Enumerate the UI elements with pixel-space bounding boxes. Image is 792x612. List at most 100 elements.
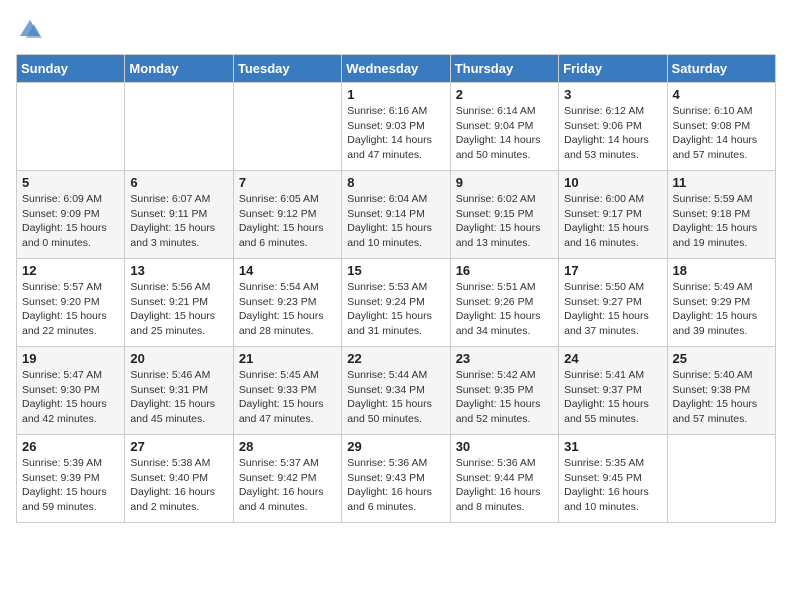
day-number: 31 bbox=[564, 439, 661, 454]
calendar-cell bbox=[667, 435, 775, 523]
day-info: Sunrise: 5:39 AMSunset: 9:39 PMDaylight:… bbox=[22, 456, 119, 515]
calendar-header-row: SundayMondayTuesdayWednesdayThursdayFrid… bbox=[17, 55, 776, 83]
day-info: Sunrise: 5:47 AMSunset: 9:30 PMDaylight:… bbox=[22, 368, 119, 427]
calendar-cell: 12 Sunrise: 5:57 AMSunset: 9:20 PMDayligh… bbox=[17, 259, 125, 347]
day-number: 11 bbox=[673, 175, 770, 190]
day-info: Sunrise: 5:50 AMSunset: 9:27 PMDaylight:… bbox=[564, 280, 661, 339]
logo-icon bbox=[16, 16, 44, 44]
day-info: Sunrise: 5:45 AMSunset: 9:33 PMDaylight:… bbox=[239, 368, 336, 427]
calendar-cell: 27 Sunrise: 5:38 AMSunset: 9:40 PMDayligh… bbox=[125, 435, 233, 523]
calendar-cell: 20 Sunrise: 5:46 AMSunset: 9:31 PMDayligh… bbox=[125, 347, 233, 435]
header-monday: Monday bbox=[125, 55, 233, 83]
calendar-cell: 30 Sunrise: 5:36 AMSunset: 9:44 PMDayligh… bbox=[450, 435, 558, 523]
calendar-cell: 5 Sunrise: 6:09 AMSunset: 9:09 PMDaylight… bbox=[17, 171, 125, 259]
day-number: 14 bbox=[239, 263, 336, 278]
day-number: 30 bbox=[456, 439, 553, 454]
day-info: Sunrise: 5:57 AMSunset: 9:20 PMDaylight:… bbox=[22, 280, 119, 339]
calendar-cell: 28 Sunrise: 5:37 AMSunset: 9:42 PMDayligh… bbox=[233, 435, 341, 523]
header-wednesday: Wednesday bbox=[342, 55, 450, 83]
calendar-cell: 19 Sunrise: 5:47 AMSunset: 9:30 PMDayligh… bbox=[17, 347, 125, 435]
day-info: Sunrise: 5:59 AMSunset: 9:18 PMDaylight:… bbox=[673, 192, 770, 251]
day-info: Sunrise: 5:35 AMSunset: 9:45 PMDaylight:… bbox=[564, 456, 661, 515]
day-info: Sunrise: 5:41 AMSunset: 9:37 PMDaylight:… bbox=[564, 368, 661, 427]
header-thursday: Thursday bbox=[450, 55, 558, 83]
calendar-cell: 11 Sunrise: 5:59 AMSunset: 9:18 PMDayligh… bbox=[667, 171, 775, 259]
day-number: 29 bbox=[347, 439, 444, 454]
day-number: 1 bbox=[347, 87, 444, 102]
calendar-cell: 21 Sunrise: 5:45 AMSunset: 9:33 PMDayligh… bbox=[233, 347, 341, 435]
calendar-cell: 13Sunrise: 5:56 AMSunset: 9:21 PMDayligh… bbox=[125, 259, 233, 347]
calendar-cell: 26 Sunrise: 5:39 AMSunset: 9:39 PMDayligh… bbox=[17, 435, 125, 523]
day-number: 18 bbox=[673, 263, 770, 278]
day-info: Sunrise: 6:10 AMSunset: 9:08 PMDaylight:… bbox=[673, 104, 770, 163]
day-number: 4 bbox=[673, 87, 770, 102]
day-number: 22 bbox=[347, 351, 444, 366]
week-row-5: 26 Sunrise: 5:39 AMSunset: 9:39 PMDayligh… bbox=[17, 435, 776, 523]
calendar-cell: 16 Sunrise: 5:51 AMSunset: 9:26 PMDayligh… bbox=[450, 259, 558, 347]
header-friday: Friday bbox=[559, 55, 667, 83]
day-info: Sunrise: 6:02 AMSunset: 9:15 PMDaylight:… bbox=[456, 192, 553, 251]
calendar-cell: 3 Sunrise: 6:12 AMSunset: 9:06 PMDaylight… bbox=[559, 83, 667, 171]
day-number: 24 bbox=[564, 351, 661, 366]
day-number: 13 bbox=[130, 263, 227, 278]
day-number: 23 bbox=[456, 351, 553, 366]
day-info: Sunrise: 5:46 AMSunset: 9:31 PMDaylight:… bbox=[130, 368, 227, 427]
calendar-cell: 8 Sunrise: 6:04 AMSunset: 9:14 PMDaylight… bbox=[342, 171, 450, 259]
day-number: 28 bbox=[239, 439, 336, 454]
calendar-cell: 7Sunrise: 6:05 AMSunset: 9:12 PMDaylight… bbox=[233, 171, 341, 259]
day-number: 2 bbox=[456, 87, 553, 102]
day-info: Sunrise: 5:51 AMSunset: 9:26 PMDaylight:… bbox=[456, 280, 553, 339]
day-info: Sunrise: 5:36 AMSunset: 9:44 PMDaylight:… bbox=[456, 456, 553, 515]
day-number: 8 bbox=[347, 175, 444, 190]
day-number: 10 bbox=[564, 175, 661, 190]
day-info: Sunrise: 6:07 AMSunset: 9:11 PMDaylight:… bbox=[130, 192, 227, 251]
day-info: Sunrise: 5:37 AMSunset: 9:42 PMDaylight:… bbox=[239, 456, 336, 515]
header-sunday: Sunday bbox=[17, 55, 125, 83]
calendar-cell: 18 Sunrise: 5:49 AMSunset: 9:29 PMDayligh… bbox=[667, 259, 775, 347]
day-number: 3 bbox=[564, 87, 661, 102]
calendar-cell: 14Sunrise: 5:54 AMSunset: 9:23 PMDayligh… bbox=[233, 259, 341, 347]
day-info: Sunrise: 6:12 AMSunset: 9:06 PMDaylight:… bbox=[564, 104, 661, 163]
day-number: 17 bbox=[564, 263, 661, 278]
day-info: Sunrise: 6:05 AMSunset: 9:12 PMDaylight:… bbox=[239, 192, 336, 251]
week-row-2: 5 Sunrise: 6:09 AMSunset: 9:09 PMDaylight… bbox=[17, 171, 776, 259]
day-number: 25 bbox=[673, 351, 770, 366]
day-number: 5 bbox=[22, 175, 119, 190]
day-number: 15 bbox=[347, 263, 444, 278]
calendar-cell: 31 Sunrise: 5:35 AMSunset: 9:45 PMDayligh… bbox=[559, 435, 667, 523]
calendar-cell: 2 Sunrise: 6:14 AMSunset: 9:04 PMDaylight… bbox=[450, 83, 558, 171]
day-info: Sunrise: 5:49 AMSunset: 9:29 PMDaylight:… bbox=[673, 280, 770, 339]
day-number: 19 bbox=[22, 351, 119, 366]
calendar-cell: 24 Sunrise: 5:41 AMSunset: 9:37 PMDayligh… bbox=[559, 347, 667, 435]
day-info: Sunrise: 5:36 AMSunset: 9:43 PMDaylight:… bbox=[347, 456, 444, 515]
calendar-cell: 15 Sunrise: 5:53 AMSunset: 9:24 PMDayligh… bbox=[342, 259, 450, 347]
calendar-cell bbox=[233, 83, 341, 171]
day-info: Sunrise: 5:40 AMSunset: 9:38 PMDaylight:… bbox=[673, 368, 770, 427]
day-info: Sunrise: 6:16 AMSunset: 9:03 PMDaylight:… bbox=[347, 104, 444, 163]
day-number: 21 bbox=[239, 351, 336, 366]
week-row-1: 1 Sunrise: 6:16 AMSunset: 9:03 PMDaylight… bbox=[17, 83, 776, 171]
calendar-cell: 10 Sunrise: 6:00 AMSunset: 9:17 PMDayligh… bbox=[559, 171, 667, 259]
calendar-table: SundayMondayTuesdayWednesdayThursdayFrid… bbox=[16, 54, 776, 523]
calendar-cell: 29 Sunrise: 5:36 AMSunset: 9:43 PMDayligh… bbox=[342, 435, 450, 523]
day-number: 9 bbox=[456, 175, 553, 190]
day-number: 27 bbox=[130, 439, 227, 454]
day-info: Sunrise: 6:04 AMSunset: 9:14 PMDaylight:… bbox=[347, 192, 444, 251]
day-info: Sunrise: 6:14 AMSunset: 9:04 PMDaylight:… bbox=[456, 104, 553, 163]
day-info: Sunrise: 5:38 AMSunset: 9:40 PMDaylight:… bbox=[130, 456, 227, 515]
day-number: 16 bbox=[456, 263, 553, 278]
day-info: Sunrise: 6:00 AMSunset: 9:17 PMDaylight:… bbox=[564, 192, 661, 251]
calendar-cell: 22 Sunrise: 5:44 AMSunset: 9:34 PMDayligh… bbox=[342, 347, 450, 435]
header-tuesday: Tuesday bbox=[233, 55, 341, 83]
day-info: Sunrise: 5:53 AMSunset: 9:24 PMDaylight:… bbox=[347, 280, 444, 339]
calendar-cell: 25 Sunrise: 5:40 AMSunset: 9:38 PMDayligh… bbox=[667, 347, 775, 435]
day-number: 20 bbox=[130, 351, 227, 366]
calendar-cell bbox=[125, 83, 233, 171]
day-info: Sunrise: 5:44 AMSunset: 9:34 PMDaylight:… bbox=[347, 368, 444, 427]
day-info: Sunrise: 6:09 AMSunset: 9:09 PMDaylight:… bbox=[22, 192, 119, 251]
day-number: 26 bbox=[22, 439, 119, 454]
page-header bbox=[16, 16, 776, 44]
day-number: 12 bbox=[22, 263, 119, 278]
calendar-cell: 6Sunrise: 6:07 AMSunset: 9:11 PMDaylight… bbox=[125, 171, 233, 259]
day-info: Sunrise: 5:42 AMSunset: 9:35 PMDaylight:… bbox=[456, 368, 553, 427]
